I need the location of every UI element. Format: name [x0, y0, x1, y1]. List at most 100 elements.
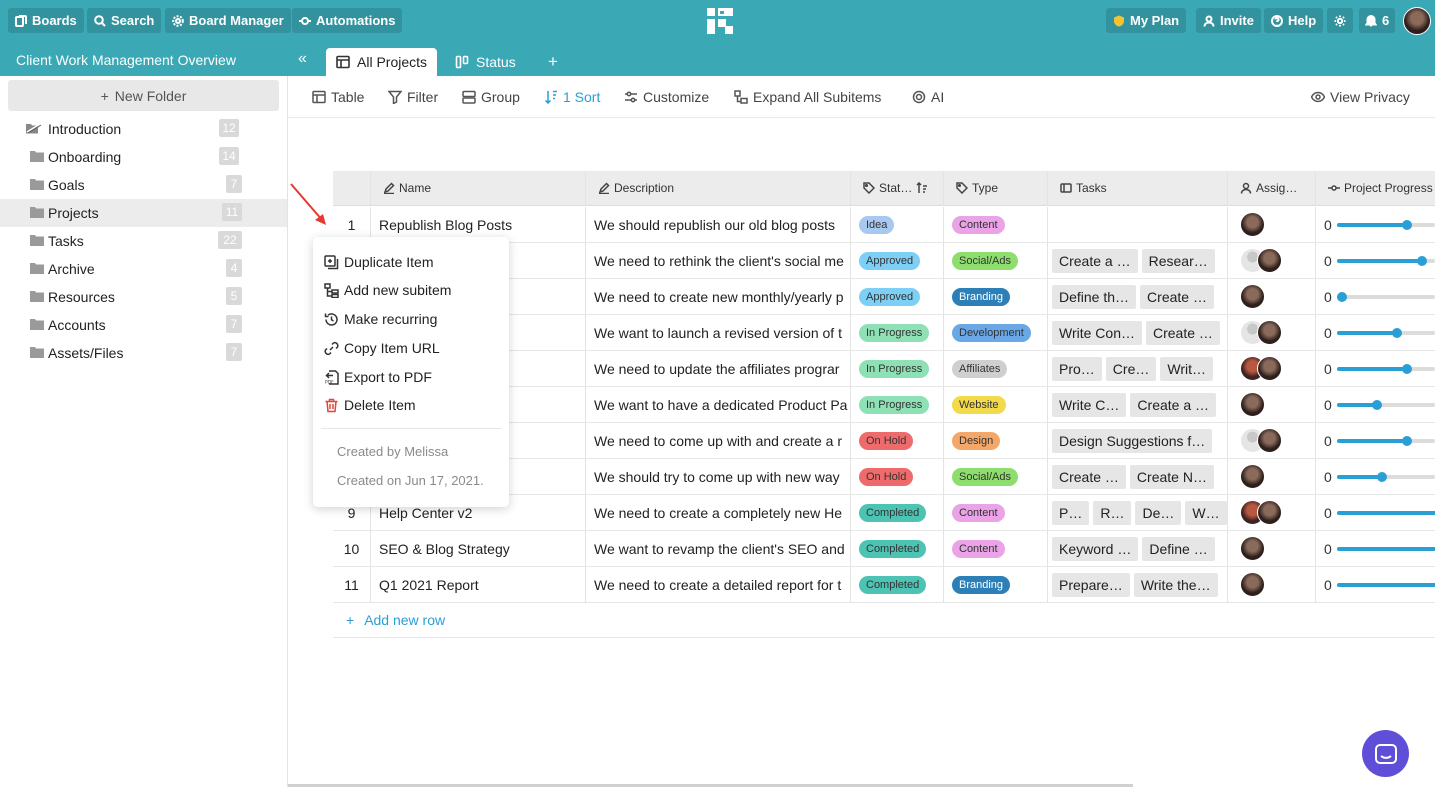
- help-button[interactable]: Help: [1264, 8, 1324, 33]
- tasks-cell[interactable]: Keyword … Define …: [1048, 531, 1228, 566]
- description-cell[interactable]: We need to come up with and create a r: [586, 423, 851, 458]
- header-tasks[interactable]: Tasks: [1048, 171, 1228, 205]
- task-chip[interactable]: Prepare…: [1052, 572, 1130, 597]
- progress-cell[interactable]: 0: [1316, 459, 1435, 494]
- status-cell[interactable]: Approved: [851, 243, 944, 278]
- status-cell[interactable]: Completed: [851, 567, 944, 602]
- type-cell[interactable]: Design: [944, 423, 1048, 458]
- task-chip[interactable]: Pro…: [1052, 356, 1102, 381]
- task-chip[interactable]: Create …: [1052, 464, 1126, 489]
- progress-slider[interactable]: [1336, 363, 1435, 374]
- task-chip[interactable]: Resear…: [1141, 248, 1215, 273]
- progress-slider[interactable]: [1336, 435, 1435, 446]
- task-chip[interactable]: W…: [1185, 500, 1227, 525]
- sidebar-item-tasks[interactable]: Tasks 22: [0, 227, 287, 255]
- type-cell[interactable]: Social/Ads: [944, 459, 1048, 494]
- tasks-cell[interactable]: Create a … Resear…: [1048, 243, 1228, 278]
- progress-cell[interactable]: 0: [1316, 423, 1435, 458]
- tasks-cell[interactable]: Write C… Create a …: [1048, 387, 1228, 422]
- table-row[interactable]: 10 SEO & Blog Strategy We want to revamp t…: [333, 531, 1435, 567]
- type-cell[interactable]: Content: [944, 207, 1048, 242]
- task-chip[interactable]: Writ…: [1160, 356, 1213, 381]
- progress-cell[interactable]: 0: [1316, 279, 1435, 314]
- progress-cell[interactable]: 0: [1316, 531, 1435, 566]
- assignee-cell[interactable]: [1228, 531, 1316, 566]
- task-chip[interactable]: Design Suggestions f…: [1052, 428, 1213, 453]
- assignee-cell[interactable]: [1228, 387, 1316, 422]
- export-pdf-option[interactable]: PDF Export to PDF: [324, 366, 432, 388]
- progress-cell[interactable]: 0: [1316, 351, 1435, 386]
- task-chip[interactable]: Create a …: [1052, 248, 1138, 273]
- sidebar-item-assets-files[interactable]: Assets/Files 7: [0, 339, 287, 367]
- sidebar-item-archive[interactable]: Archive 4: [0, 255, 287, 283]
- automations-button[interactable]: Automations: [292, 8, 403, 33]
- board-manager-button[interactable]: Board Manager: [165, 8, 291, 33]
- support-chat-button[interactable]: [1362, 730, 1409, 777]
- task-chip[interactable]: Create N…: [1129, 464, 1214, 489]
- type-cell[interactable]: Website: [944, 387, 1048, 422]
- tab-status[interactable]: Status: [445, 48, 526, 76]
- description-cell[interactable]: We want to revamp the client's SEO and: [586, 531, 851, 566]
- tasks-cell[interactable]: Prepare… Write the…: [1048, 567, 1228, 602]
- progress-handle[interactable]: [1391, 327, 1402, 338]
- sidebar-item-projects[interactable]: Projects 11: [0, 199, 287, 227]
- progress-handle[interactable]: [1376, 471, 1387, 482]
- task-chip[interactable]: Create a …: [1130, 392, 1217, 417]
- expand-subitems-button[interactable]: Expand All Subitems: [734, 89, 881, 105]
- status-cell[interactable]: On Hold: [851, 423, 944, 458]
- progress-slider[interactable]: [1336, 582, 1435, 587]
- assignee-cell[interactable]: [1228, 459, 1316, 494]
- assignee-cell[interactable]: [1228, 279, 1316, 314]
- progress-slider[interactable]: [1336, 471, 1435, 482]
- task-chip[interactable]: Define th…: [1052, 284, 1137, 309]
- header-progress[interactable]: Project Progress: [1316, 171, 1435, 205]
- progress-handle[interactable]: [1401, 435, 1412, 446]
- sort-button[interactable]: 1 Sort: [544, 89, 600, 105]
- description-cell[interactable]: We need to create a detailed report for …: [586, 567, 851, 602]
- new-folder-button[interactable]: + New Folder: [8, 80, 279, 111]
- sidebar-item-introduction[interactable]: Introduction 12: [0, 115, 287, 143]
- make-recurring-option[interactable]: Make recurring: [324, 308, 437, 330]
- name-cell[interactable]: Q1 2021 Report: [371, 567, 586, 602]
- tasks-cell[interactable]: Design Suggestions f…: [1048, 423, 1228, 458]
- name-cell[interactable]: SEO & Blog Strategy: [371, 531, 586, 566]
- description-cell[interactable]: We should republish our old blog posts: [586, 207, 851, 242]
- task-chip[interactable]: Create …: [1140, 284, 1214, 309]
- assignee-cell[interactable]: [1228, 243, 1316, 278]
- assignee-cell[interactable]: [1228, 495, 1316, 530]
- status-cell[interactable]: In Progress: [851, 387, 944, 422]
- status-cell[interactable]: In Progress: [851, 351, 944, 386]
- duplicate-item-option[interactable]: Duplicate Item: [324, 251, 433, 273]
- table-view-button[interactable]: Table: [312, 89, 364, 105]
- progress-slider[interactable]: [1336, 219, 1435, 230]
- type-cell[interactable]: Content: [944, 495, 1048, 530]
- header-type[interactable]: Type: [944, 171, 1048, 205]
- app-logo[interactable]: [706, 7, 734, 35]
- add-row-button[interactable]: + Add new row: [333, 602, 1435, 638]
- table-row[interactable]: 11 Q1 2021 Report We need to create a deta…: [333, 567, 1435, 603]
- sidebar-item-accounts[interactable]: Accounts 7: [0, 311, 287, 339]
- my-plan-button[interactable]: My Plan: [1106, 8, 1187, 33]
- delete-item-option[interactable]: Delete Item: [324, 394, 416, 416]
- status-cell[interactable]: Completed: [851, 531, 944, 566]
- add-subitem-option[interactable]: Add new subitem: [324, 279, 451, 301]
- progress-slider[interactable]: [1336, 327, 1435, 338]
- description-cell[interactable]: We want to have a dedicated Product Pa: [586, 387, 851, 422]
- assignee-cell[interactable]: [1228, 315, 1316, 350]
- header-status[interactable]: Stat…: [851, 171, 944, 205]
- task-chip[interactable]: Write the…: [1133, 572, 1218, 597]
- task-chip[interactable]: Write C…: [1052, 392, 1127, 417]
- type-cell[interactable]: Branding: [944, 567, 1048, 602]
- progress-handle[interactable]: [1336, 291, 1347, 302]
- progress-handle[interactable]: [1401, 219, 1412, 230]
- ai-button[interactable]: AI: [912, 89, 944, 105]
- tasks-cell[interactable]: Define th… Create …: [1048, 279, 1228, 314]
- assignee-cell[interactable]: [1228, 423, 1316, 458]
- task-chip[interactable]: Write Con…: [1052, 320, 1142, 345]
- progress-slider[interactable]: [1336, 255, 1435, 266]
- progress-handle[interactable]: [1401, 363, 1412, 374]
- invite-button[interactable]: Invite: [1196, 8, 1261, 33]
- tasks-cell[interactable]: Pro… Cre… Writ…: [1048, 351, 1228, 386]
- type-cell[interactable]: Social/Ads: [944, 243, 1048, 278]
- tasks-cell[interactable]: Create … Create N…: [1048, 459, 1228, 494]
